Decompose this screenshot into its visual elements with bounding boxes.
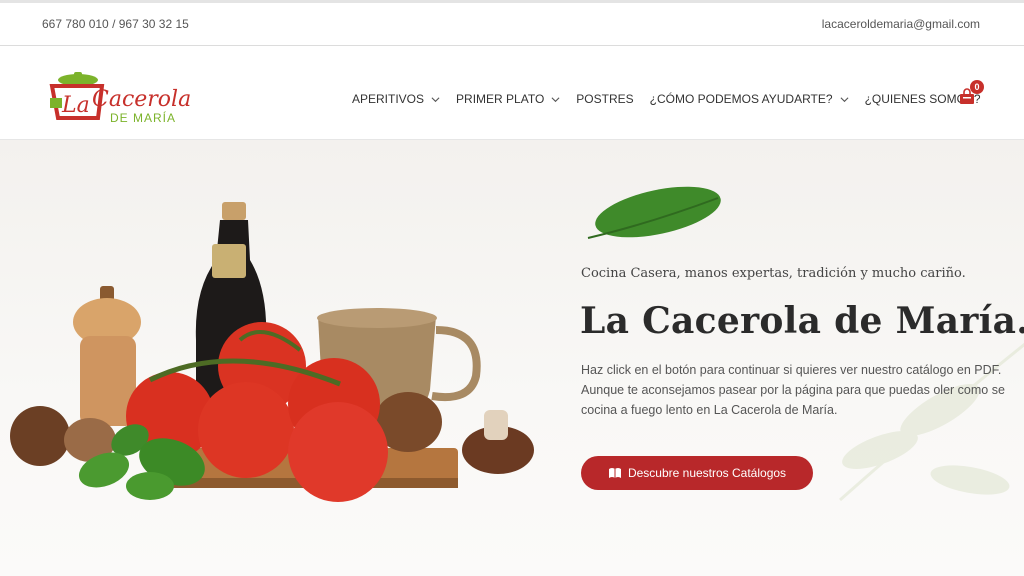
hero-tagline: Cocina Casera, manos expertas, tradición… [581,266,966,281]
top-contact-bar: 667 780 010 / 967 30 32 15 lacaceroldema… [0,0,1024,46]
chevron-down-icon [431,96,440,102]
site-header: La Cacerola DE MARÍA APERITIVOS PRIMER P… [0,46,1024,140]
hero-description: Haz click en el botón para continuar si … [581,363,1005,417]
nav-item-aperitivos[interactable]: APERITIVOS [352,92,440,106]
logo-text-prefix: La [61,93,90,118]
nav-item-postres[interactable]: POSTRES [576,92,633,106]
book-icon [608,468,621,478]
leaf-graphic [587,186,721,239]
nav-item-primer-plato[interactable]: PRIMER PLATO [456,92,560,106]
nav-label: POSTRES [576,92,634,106]
chevron-down-icon [840,96,849,102]
hero-section: Cocina Casera, manos expertas, tradición… [0,140,1024,576]
email-link[interactable]: lacaceroldemaria@gmail.com [822,17,980,31]
logo-text-main: Cacerola [92,87,191,112]
food-still-life-image [10,202,534,502]
catalog-button-label: Descubre nuestros Catálogos [627,466,787,480]
phone-numbers[interactable]: 667 780 010 / 967 30 32 15 [42,17,189,31]
nav-label: APERITIVOS [352,92,425,106]
main-navigation: APERITIVOS PRIMER PLATO POSTRES ¿CÓMO PO… [352,92,997,106]
nav-item-como-podemos-ayudarte[interactable]: ¿CÓMO PODEMOS AYUDARTE? [650,92,849,106]
catalog-button[interactable]: Descubre nuestros Catálogos [581,456,813,490]
site-logo[interactable]: La Cacerola DE MARÍA [48,70,198,126]
logo-text-sub: DE MARÍA [110,110,176,125]
cart-count-badge: 0 [970,80,984,94]
nav-label: PRIMER PLATO [456,92,545,106]
nav-label: ¿CÓMO PODEMOS AYUDARTE? [649,92,833,106]
chevron-down-icon [551,96,560,102]
hero-title: La Cacerola de María. [580,300,1024,342]
